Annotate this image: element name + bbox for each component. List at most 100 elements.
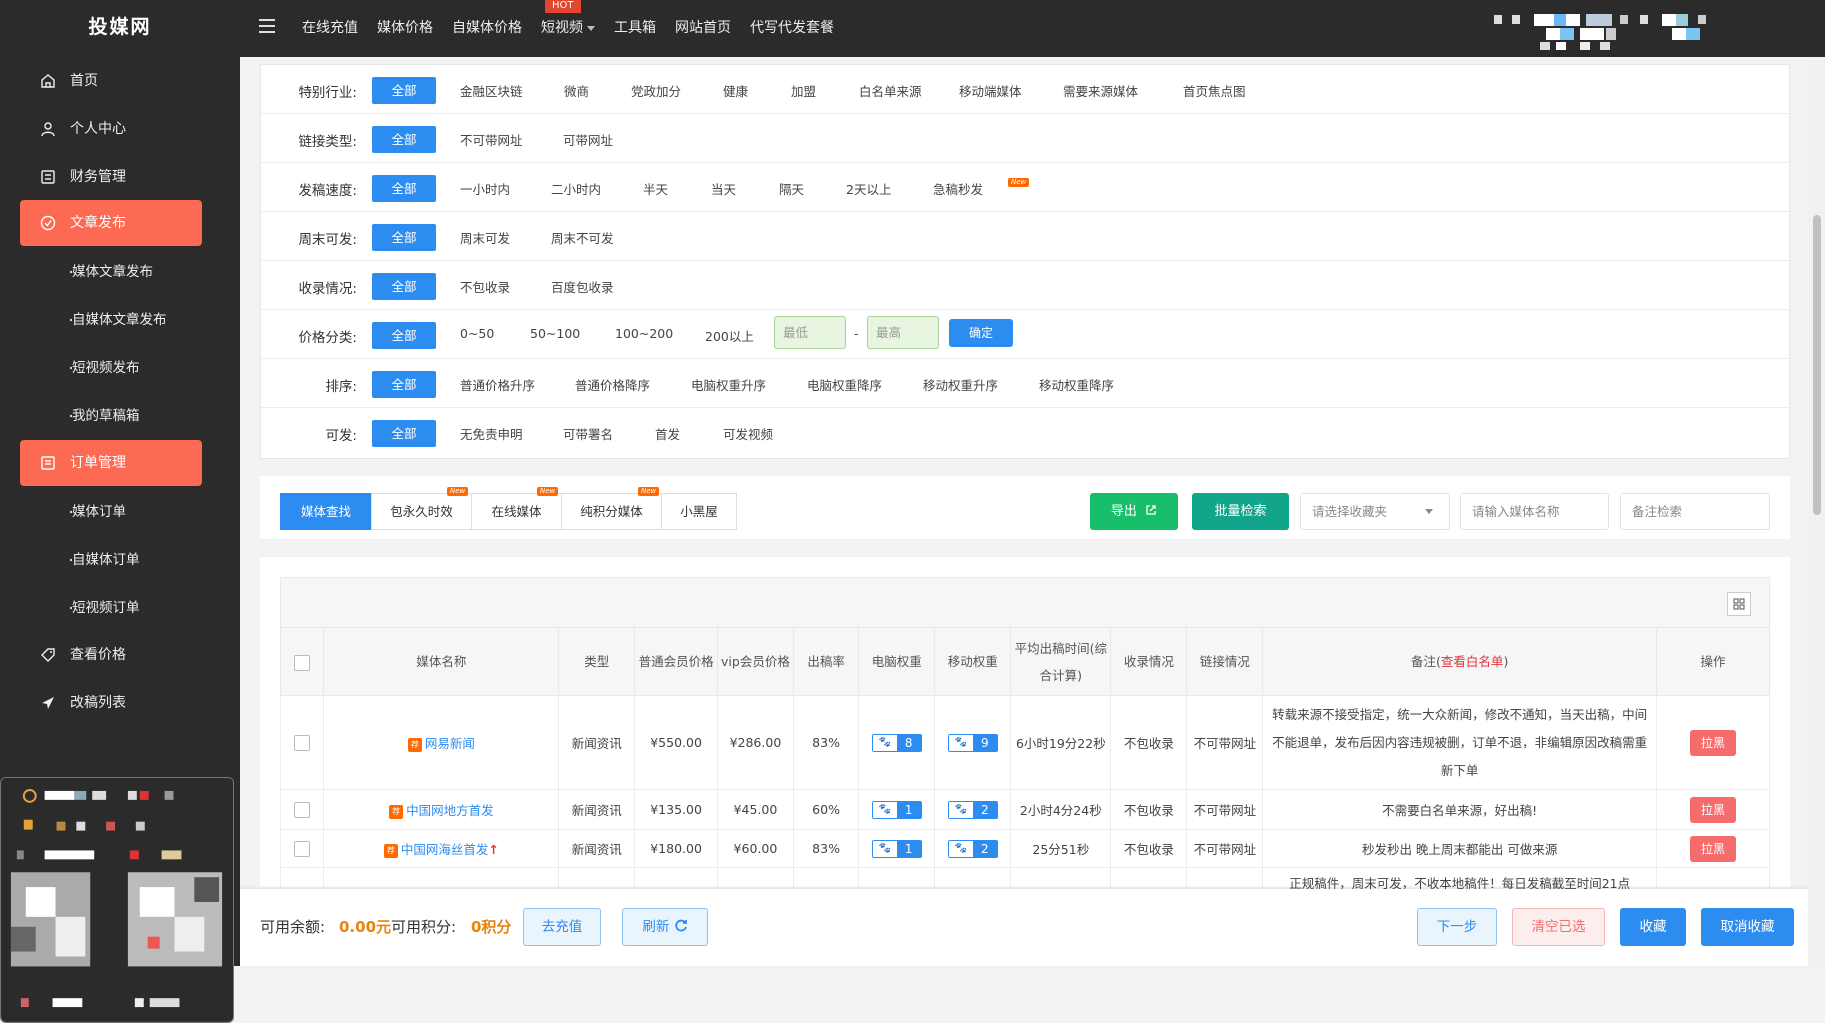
nav-homepage[interactable]: 网站首页	[675, 0, 731, 57]
filter-option[interactable]: 周末可发	[460, 228, 510, 247]
sidebar-item-prices[interactable]: 查看价格	[20, 632, 202, 678]
filter-option[interactable]: 移动权重升序	[923, 375, 998, 394]
tab-permanent[interactable]: 包永久时效	[371, 493, 472, 530]
filter-all-button[interactable]: 全部	[372, 371, 436, 398]
price-confirm-button[interactable]: 确定	[949, 319, 1013, 347]
batch-search-button[interactable]: 批量检索	[1192, 493, 1289, 530]
column-header[interactable]: 类型	[558, 627, 636, 696]
filter-option[interactable]: 半天	[643, 179, 668, 198]
filter-option[interactable]: 一小时内	[460, 179, 510, 198]
filter-option[interactable]: 健康	[723, 81, 748, 100]
blacklist-button[interactable]: 拉黑	[1689, 729, 1736, 756]
page-scrollbar[interactable]	[1808, 57, 1825, 966]
filter-all-button[interactable]: 全部	[372, 273, 436, 300]
sidebar-sub-drafts[interactable]: 我的草稿箱	[0, 393, 240, 439]
sidebar-item-article-publish[interactable]: 文章发布	[20, 200, 202, 246]
scrollbar-thumb[interactable]	[1813, 215, 1821, 515]
filter-option[interactable]: 0~50	[460, 326, 494, 341]
filter-option[interactable]: 可带网址	[563, 130, 613, 149]
user-info-redacted[interactable]	[1490, 12, 1790, 52]
logo[interactable]: 投媒网	[0, 0, 240, 57]
blacklist-button[interactable]: 拉黑	[1689, 835, 1736, 862]
filter-option[interactable]: 电脑权重降序	[807, 375, 882, 394]
filter-option[interactable]: 可发视频	[723, 424, 773, 443]
filter-option[interactable]: 周末不可发	[551, 228, 614, 247]
nav-recharge[interactable]: 在线充值	[302, 0, 358, 57]
favorite-button[interactable]: 收藏	[1620, 908, 1686, 946]
filter-option[interactable]: 白名单来源	[859, 81, 922, 100]
nav-package[interactable]: 代写代发套餐	[750, 0, 834, 57]
refresh-button[interactable]: 刷新	[622, 908, 708, 946]
export-button[interactable]: 导出	[1090, 493, 1178, 530]
tab-points-media[interactable]: 纯积分媒体	[561, 493, 662, 530]
column-header[interactable]: 普通会员价格	[634, 627, 718, 696]
sidebar-item-revisions[interactable]: 改稿列表	[20, 680, 202, 726]
filter-option[interactable]: 二小时内	[551, 179, 601, 198]
user-card-redacted[interactable]	[0, 777, 234, 1023]
filter-option[interactable]: 可带署名	[563, 424, 613, 443]
filter-all-button[interactable]: 全部	[372, 126, 436, 153]
tab-media-search[interactable]: 媒体查找	[280, 493, 372, 530]
filter-option[interactable]: 需要来源媒体	[1063, 81, 1138, 100]
row-checkbox[interactable]	[294, 734, 311, 751]
menu-toggle-icon[interactable]	[259, 19, 275, 33]
filter-option[interactable]: 党政加分	[631, 81, 681, 100]
note-search-input[interactable]: 备注检索	[1620, 493, 1770, 530]
filter-all-button[interactable]: 全部	[372, 420, 436, 447]
select-all-checkbox[interactable]	[294, 654, 311, 671]
filter-all-button[interactable]: 全部	[372, 322, 436, 349]
column-header[interactable]: 媒体名称	[323, 627, 560, 696]
media-name-link[interactable]: 网易新闻	[425, 736, 475, 751]
filter-option[interactable]: 不可带网址	[460, 130, 523, 149]
nav-selfmedia-price[interactable]: 自媒体价格	[452, 0, 522, 57]
filter-option[interactable]: 首页焦点图	[1183, 81, 1246, 100]
row-checkbox[interactable]	[294, 840, 311, 857]
column-header[interactable]: 移动权重	[934, 627, 1012, 696]
filter-option[interactable]: 加盟	[791, 81, 816, 100]
filter-option[interactable]: 金融区块链	[460, 81, 523, 100]
filter-option-urgent[interactable]: 急稿秒发	[933, 179, 983, 198]
nav-toolbox[interactable]: 工具箱	[614, 0, 656, 57]
filter-option[interactable]: 普通价格降序	[575, 375, 650, 394]
favorite-folder-select[interactable]: 请选择收藏夹	[1300, 493, 1450, 530]
filter-option[interactable]: 200以上	[705, 326, 754, 345]
clear-selected-button[interactable]: 清空已选	[1512, 908, 1605, 946]
filter-option[interactable]: 微商	[564, 81, 589, 100]
column-settings-icon[interactable]	[1727, 592, 1751, 616]
row-checkbox[interactable]	[294, 801, 311, 818]
filter-option[interactable]: 无免责申明	[460, 424, 523, 443]
filter-option[interactable]: 隔天	[779, 179, 804, 198]
price-min-input[interactable]: 最低	[774, 316, 846, 349]
tab-online-media[interactable]: 在线媒体	[471, 493, 562, 530]
sidebar-item-finance[interactable]: 财务管理	[20, 154, 202, 200]
filter-option[interactable]: 移动端媒体	[959, 81, 1022, 100]
sidebar-sub-video-orders[interactable]: 短视频订单	[0, 585, 240, 631]
nav-short-video[interactable]: HOT 短视频	[541, 0, 595, 57]
whitelist-link[interactable]: 查看白名单	[1441, 654, 1504, 669]
filter-option[interactable]: 百度包收录	[551, 277, 614, 296]
column-header[interactable]: 出稿率	[792, 627, 860, 696]
recharge-button[interactable]: 去充值	[523, 908, 601, 946]
sidebar-item-profile[interactable]: 个人中心	[20, 106, 202, 152]
filter-option[interactable]: 当天	[711, 179, 736, 198]
sidebar-sub-media-orders[interactable]: 媒体订单	[0, 489, 240, 535]
media-name-link[interactable]: 中国网地方首发	[406, 803, 494, 818]
filter-option[interactable]: 移动权重降序	[1039, 375, 1114, 394]
column-header[interactable]: 平均出稿时间(综合计算)	[1010, 627, 1112, 696]
blacklist-button[interactable]: 拉黑	[1689, 796, 1736, 823]
column-header[interactable]: 收录情况	[1110, 627, 1188, 696]
media-name-link[interactable]: 中国网海丝首发	[401, 842, 489, 857]
filter-option[interactable]: 50~100	[530, 326, 580, 341]
filter-all-button[interactable]: 全部	[372, 175, 436, 202]
filter-option[interactable]: 首发	[655, 424, 680, 443]
filter-all-button[interactable]: 全部	[372, 224, 436, 251]
column-header[interactable]: vip会员价格	[716, 627, 794, 696]
sidebar-sub-short-video[interactable]: 短视频发布	[0, 345, 240, 391]
sidebar-sub-media-article[interactable]: 媒体文章发布	[0, 249, 240, 295]
column-header[interactable]: 电脑权重	[858, 627, 936, 696]
filter-option[interactable]: 不包收录	[460, 277, 510, 296]
nav-media-price[interactable]: 媒体价格	[377, 0, 433, 57]
sidebar-item-home[interactable]: 首页	[20, 58, 202, 104]
media-name-input[interactable]: 请输入媒体名称	[1460, 493, 1609, 530]
unfavorite-button[interactable]: 取消收藏	[1701, 908, 1794, 946]
